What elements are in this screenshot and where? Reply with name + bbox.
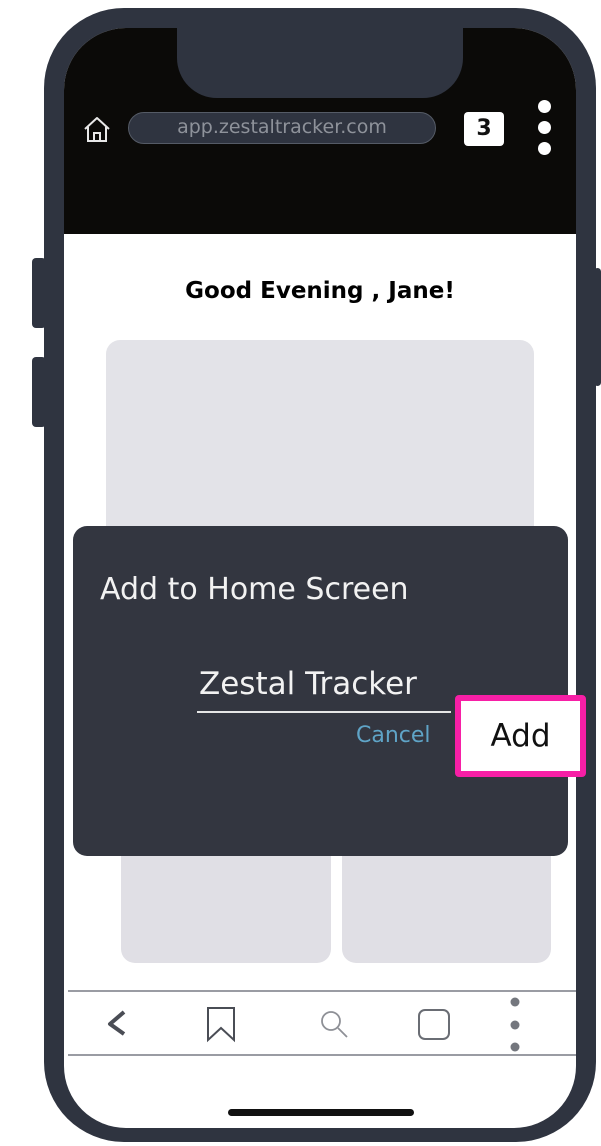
home-icon[interactable] bbox=[82, 114, 112, 144]
tabs-icon[interactable] bbox=[416, 1004, 452, 1044]
phone-notch bbox=[177, 28, 463, 98]
browser-menu-icon[interactable] bbox=[532, 100, 556, 156]
bottom-bar-divider-bottom bbox=[68, 1054, 576, 1056]
bookmark-icon[interactable] bbox=[204, 1004, 238, 1044]
home-indicator[interactable] bbox=[228, 1109, 414, 1116]
url-bar[interactable]: app.zestaltracker.com bbox=[128, 112, 436, 144]
power-button bbox=[594, 268, 601, 386]
tab-count-button[interactable]: 3 bbox=[464, 112, 504, 146]
greeting-heading: Good Evening , Jane! bbox=[185, 278, 455, 304]
dialog-title: Add to Home Screen bbox=[100, 572, 409, 607]
add-button-highlight bbox=[455, 695, 586, 777]
search-icon[interactable] bbox=[316, 1004, 352, 1044]
more-icon[interactable] bbox=[504, 995, 526, 1055]
cancel-button[interactable]: Cancel bbox=[356, 723, 431, 748]
volume-up-button bbox=[32, 258, 46, 328]
app-name-input[interactable]: Zestal Tracker bbox=[197, 660, 451, 708]
bottom-bar-divider-top bbox=[68, 990, 576, 992]
volume-down-button bbox=[32, 357, 46, 427]
input-underline bbox=[197, 711, 451, 713]
back-icon[interactable] bbox=[102, 1004, 132, 1044]
